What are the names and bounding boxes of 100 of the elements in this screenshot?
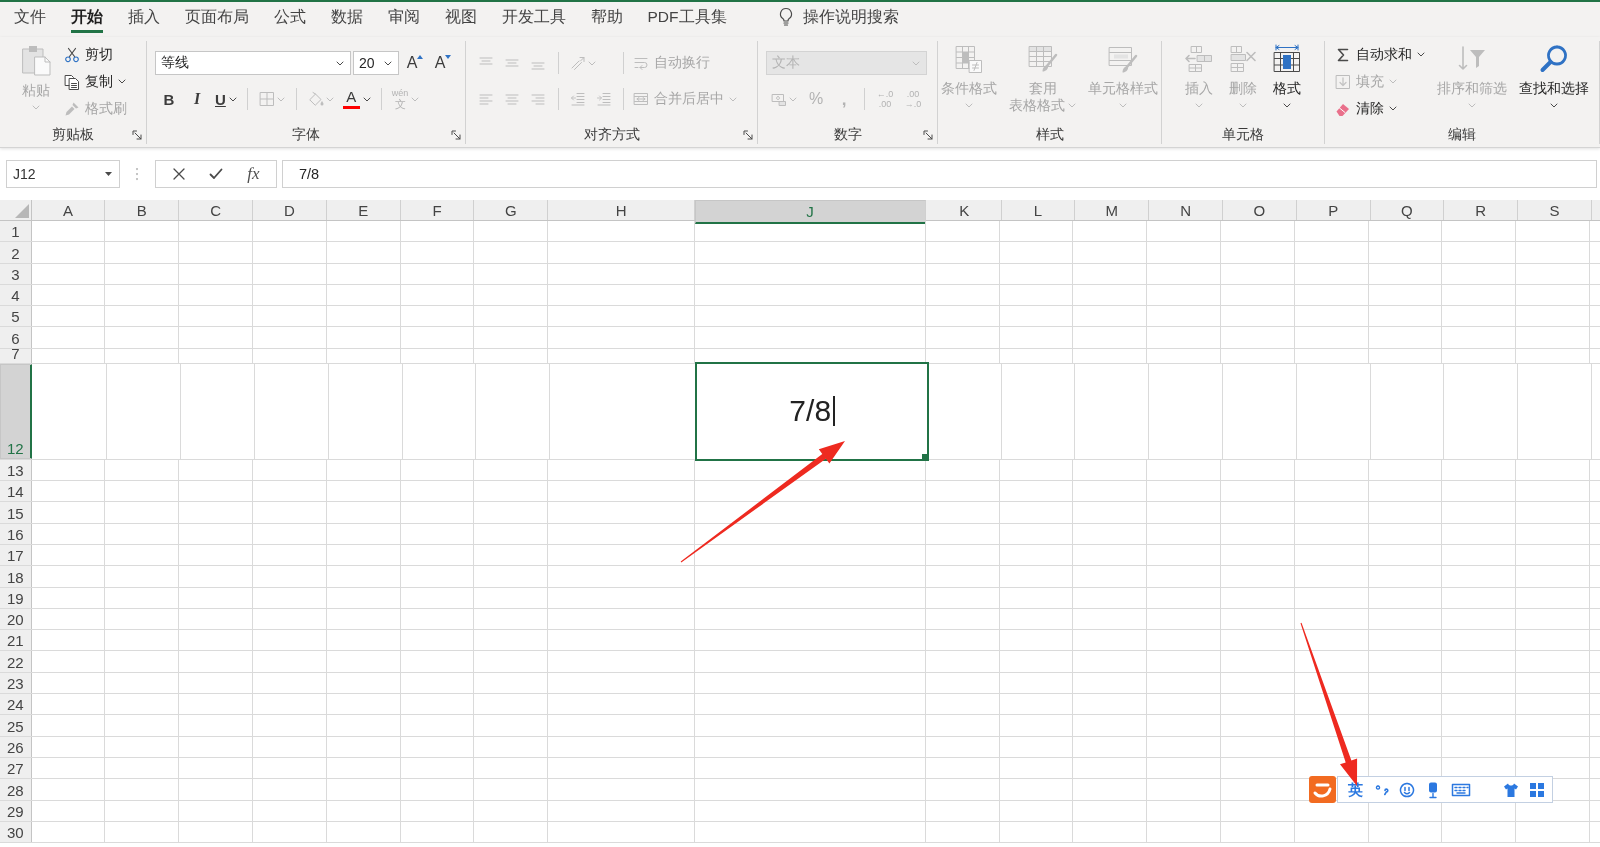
row-header[interactable]: 15 [0,502,32,523]
keyboard-icon[interactable] [1451,781,1471,798]
row-header[interactable]: 6 [0,327,32,348]
row-header[interactable]: 29 [0,800,32,821]
table-brush-icon [1026,43,1059,75]
ribbon-tab[interactable]: PDF工具集 [647,7,727,33]
row-header[interactable]: 12 [0,363,32,459]
cell-text: 7/8 [789,394,832,429]
underline-button[interactable]: U [211,86,241,112]
group-label: 对齐方式 [583,127,640,143]
smiley-icon[interactable] [1399,781,1415,798]
search-icon [1538,43,1570,75]
row-header[interactable]: 5 [0,306,32,327]
font-color-button[interactable]: A [338,86,375,112]
name-box[interactable]: J12 [6,160,120,188]
fill-handle[interactable] [921,453,927,459]
row-header[interactable]: 24 [0,694,32,715]
bold-button[interactable]: B [155,86,183,112]
row-header[interactable]: 14 [0,481,32,502]
outdent-icon [570,92,586,106]
scissors-icon [63,46,80,63]
cut-button[interactable]: 剪切 [60,41,116,68]
font-size-field[interactable]: 20 [353,51,399,75]
sigma-icon [1335,46,1351,63]
group-label: 样式 [1035,127,1064,143]
row-header[interactable]: 28 [0,779,32,800]
row-header[interactable]: 27 [0,757,32,779]
row-header[interactable]: 19 [0,587,32,608]
row-header[interactable]: 13 [0,459,32,481]
dropdown-triangle-icon [105,172,112,176]
paint-bucket-icon [307,91,324,107]
copy-icon [63,73,80,90]
vertical-dots-icon[interactable] [135,167,139,181]
punctuation-icon[interactable] [1375,782,1389,797]
paintbrush-icon [63,100,80,117]
row-header[interactable]: 20 [0,608,32,630]
tell-me-search[interactable]: 操作说明搜索 [778,7,899,27]
ribbon-tab[interactable]: 开始 [70,7,103,33]
ribbon-tab[interactable]: 审阅 [387,7,420,33]
format-cells-button[interactable]: 格式 [1268,41,1306,108]
find-select-button[interactable]: 查找和选择 [1516,41,1592,108]
ribbon-tab[interactable]: 插入 [127,7,160,33]
row-header[interactable]: 23 [0,672,32,694]
copy-button[interactable]: 复制 [60,68,129,95]
microphone-icon[interactable] [1427,780,1439,799]
align-top-icon [479,56,493,65]
banknote-icon [771,91,787,107]
row-header[interactable]: 4 [0,284,32,306]
dialog-launcher-icon[interactable] [451,130,461,140]
grid-icon[interactable] [1529,781,1545,798]
formula-input[interactable]: 7/8 [282,160,1597,188]
ribbon-tab[interactable]: 视图 [444,7,477,33]
clear-button[interactable]: 清除 [1332,95,1400,122]
row-header[interactable]: 21 [0,630,32,651]
italic-button[interactable]: I [183,86,211,112]
group-label: 单元格 [1222,127,1264,143]
font-name-field[interactable]: 等线 [155,51,351,75]
ribbon-tab[interactable]: 文件 [13,7,46,33]
decrease-font-size-button[interactable]: A [429,50,457,76]
cross-icon [171,167,186,181]
dialog-launcher-icon[interactable] [923,130,933,140]
group-label: 剪贴板 [52,127,94,143]
ribbon-tab[interactable]: 开发工具 [501,7,566,33]
down-arrow-box-icon [1335,73,1351,90]
increase-font-size-button[interactable]: A [401,50,429,76]
shirt-icon[interactable] [1503,781,1519,798]
align-left-icon [479,93,493,105]
row-header[interactable]: 3 [0,263,32,284]
triangle-icon [14,204,29,218]
group-label: 数字 [833,127,862,143]
row-header[interactable]: 25 [0,715,32,736]
wrap-text-icon [633,55,649,71]
align-center-icon [505,93,519,105]
merge-cells-icon [633,91,649,107]
logo-icon[interactable] [1308,774,1337,805]
row-header[interactable]: 16 [0,523,32,544]
ribbon-tab[interactable]: 页面布局 [184,7,249,33]
autosum-button[interactable]: 自动求和 [1332,41,1428,68]
grid-not-equal-icon [953,43,985,75]
dialog-launcher-icon[interactable] [132,130,142,140]
row-header[interactable]: 18 [0,566,32,587]
language-mode-button[interactable]: 英 [1348,780,1363,799]
row-header[interactable]: 22 [0,651,32,672]
checkmark-icon [209,167,223,181]
row-header[interactable]: 1 [0,221,32,242]
dialog-launcher-icon[interactable] [743,130,753,140]
row-header[interactable]: 30 [0,821,32,843]
row-header[interactable]: 26 [0,736,32,757]
lightbulb-icon [778,7,794,27]
active-cell[interactable]: 7/8 [697,363,927,459]
ribbon-tab[interactable]: 帮助 [590,7,623,33]
insert-function-button[interactable]: fx [239,162,268,186]
ribbon-tab[interactable]: 公式 [273,7,306,33]
indent-icon [596,92,612,106]
clipboard-icon [19,43,52,77]
ribbon-tab[interactable]: 数据 [330,7,363,33]
column-header[interactable]: J [695,200,926,224]
row-header[interactable]: 2 [0,242,32,263]
diagonal-arrow-icon [570,55,586,71]
row-header[interactable]: 17 [0,544,32,566]
